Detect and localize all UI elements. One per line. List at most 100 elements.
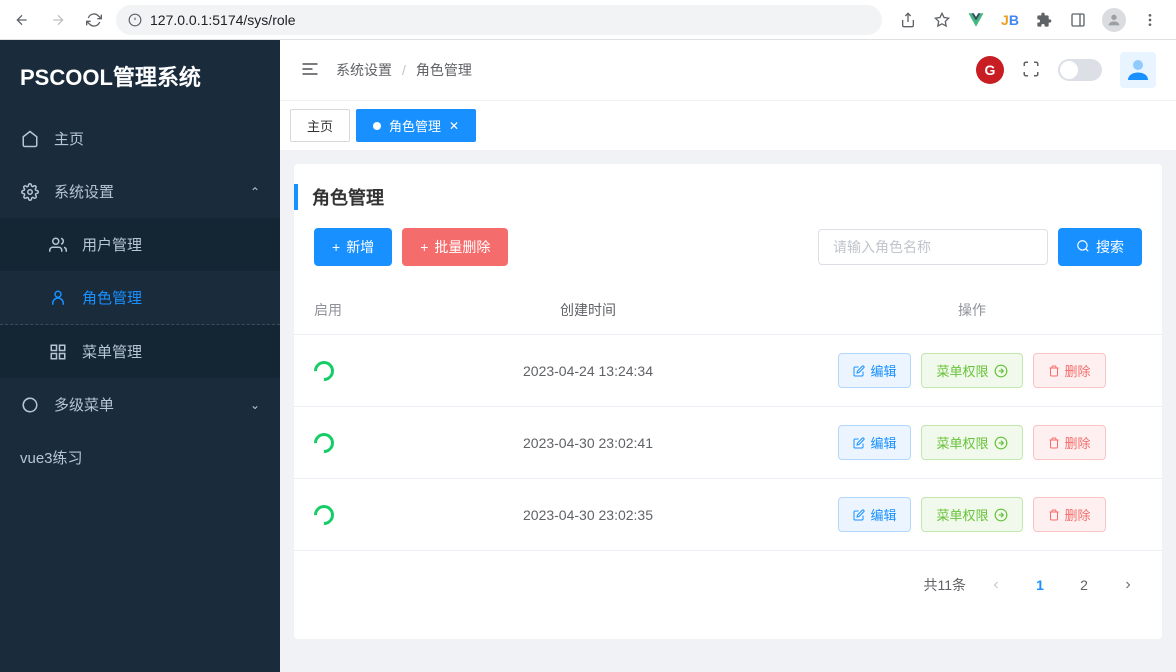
permission-button[interactable]: 菜单权限 bbox=[921, 425, 1022, 460]
browser-toolbar: 127.0.0.1:5174/sys/role JB bbox=[0, 0, 1176, 40]
data-table: 启用 创建时间 操作 2023-04-24 13:24:34 编辑 菜单权限 删… bbox=[294, 286, 1162, 551]
edit-button[interactable]: 编辑 bbox=[838, 497, 911, 532]
button-label: 编辑 bbox=[870, 361, 896, 380]
table-row: 2023-04-30 23:02:41 编辑 菜单权限 删除 bbox=[294, 407, 1162, 479]
prev-page-button[interactable] bbox=[982, 571, 1010, 599]
page-number[interactable]: 1 bbox=[1026, 571, 1054, 599]
theme-toggle[interactable] bbox=[1058, 59, 1102, 81]
batch-delete-button[interactable]: + 批量删除 bbox=[402, 228, 508, 266]
collapse-sidebar-button[interactable] bbox=[300, 59, 320, 82]
add-button[interactable]: + 新增 bbox=[314, 228, 392, 266]
search-button[interactable]: 搜索 bbox=[1058, 228, 1142, 266]
button-label: 删除 bbox=[1065, 505, 1091, 524]
plus-icon: + bbox=[420, 239, 428, 255]
tab-role[interactable]: 角色管理 ✕ bbox=[356, 109, 476, 142]
tab-label: 角色管理 bbox=[389, 116, 441, 135]
table-row: 2023-04-24 13:24:34 编辑 菜单权限 删除 bbox=[294, 335, 1162, 407]
search-icon bbox=[1076, 239, 1090, 256]
tab-home[interactable]: 主页 bbox=[290, 109, 350, 142]
pagination-total: 共11条 bbox=[923, 575, 966, 595]
button-label: 新增 bbox=[346, 237, 374, 257]
url-text: 127.0.0.1:5174/sys/role bbox=[150, 12, 296, 28]
browser-actions: JB bbox=[890, 8, 1168, 32]
role-icon bbox=[48, 288, 68, 308]
table-row: 2023-04-30 23:02:35 编辑 菜单权限 删除 bbox=[294, 479, 1162, 551]
page-number[interactable]: 2 bbox=[1070, 571, 1098, 599]
reload-button[interactable] bbox=[80, 6, 108, 34]
tab-dot-icon bbox=[373, 122, 381, 130]
sidebar-item-users[interactable]: 用户管理 bbox=[0, 218, 280, 271]
menu-icon[interactable] bbox=[1140, 10, 1160, 30]
next-page-button[interactable] bbox=[1114, 571, 1142, 599]
bookmark-icon[interactable] bbox=[932, 10, 952, 30]
gitee-icon[interactable]: G bbox=[976, 56, 1004, 84]
sidebar-item-label: 角色管理 bbox=[82, 287, 260, 308]
toolbar: + 新增 + 批量删除 搜索 bbox=[294, 228, 1162, 266]
column-header: 操作 bbox=[802, 300, 1142, 320]
chevron-down-icon: ⌄ bbox=[250, 398, 260, 412]
cell-time: 2023-04-24 13:24:34 bbox=[374, 363, 802, 379]
url-bar[interactable]: 127.0.0.1:5174/sys/role bbox=[116, 5, 882, 35]
button-label: 菜单权限 bbox=[936, 505, 988, 524]
breadcrumb-separator: / bbox=[402, 62, 406, 78]
sidebar-item-home[interactable]: 主页 bbox=[0, 112, 280, 165]
search-input[interactable] bbox=[818, 229, 1048, 265]
plus-icon: + bbox=[332, 239, 340, 255]
sidebar-item-system[interactable]: 系统设置 ⌃ bbox=[0, 165, 280, 218]
button-label: 菜单权限 bbox=[936, 433, 988, 452]
fullscreen-icon[interactable] bbox=[1022, 60, 1040, 81]
profile-avatar[interactable] bbox=[1102, 8, 1126, 32]
app-header: 系统设置 / 角色管理 G bbox=[280, 40, 1176, 100]
button-label: 编辑 bbox=[870, 433, 896, 452]
main-card: 角色管理 + 新增 + 批量删除 bbox=[294, 164, 1162, 639]
sidebar-item-label: 系统设置 bbox=[54, 181, 236, 202]
close-icon[interactable]: ✕ bbox=[449, 119, 459, 133]
sidebar-item-multilevel[interactable]: 多级菜单 ⌄ bbox=[0, 378, 280, 431]
app-logo: PSCOOL管理系统 bbox=[0, 40, 280, 112]
button-label: 编辑 bbox=[870, 505, 896, 524]
cell-time: 2023-04-30 23:02:41 bbox=[374, 435, 802, 451]
layers-icon bbox=[20, 395, 40, 415]
home-icon bbox=[20, 129, 40, 149]
delete-button[interactable]: 删除 bbox=[1033, 353, 1106, 388]
switch-icon[interactable] bbox=[310, 428, 338, 456]
edit-button[interactable]: 编辑 bbox=[838, 425, 911, 460]
button-label: 菜单权限 bbox=[936, 361, 988, 380]
delete-button[interactable]: 删除 bbox=[1033, 425, 1106, 460]
permission-button[interactable]: 菜单权限 bbox=[921, 353, 1022, 388]
column-header: 启用 bbox=[314, 300, 374, 320]
cell-time: 2023-04-30 23:02:35 bbox=[374, 507, 802, 523]
vue-devtools-icon[interactable] bbox=[966, 10, 986, 30]
sidebar-item-roles[interactable]: 角色管理 bbox=[0, 271, 280, 325]
jetbrains-icon[interactable]: JB bbox=[1000, 10, 1020, 30]
button-label: 搜索 bbox=[1096, 237, 1124, 257]
pagination: 共11条 1 2 bbox=[294, 551, 1162, 619]
sidebar-item-label: 菜单管理 bbox=[82, 341, 260, 362]
sidebar-item-label: 多级菜单 bbox=[54, 394, 236, 415]
permission-button[interactable]: 菜单权限 bbox=[921, 497, 1022, 532]
grid-icon bbox=[48, 342, 68, 362]
column-header: 创建时间 bbox=[374, 300, 802, 320]
forward-button[interactable] bbox=[44, 6, 72, 34]
back-button[interactable] bbox=[8, 6, 36, 34]
breadcrumb-item: 角色管理 bbox=[416, 60, 472, 80]
breadcrumb: 系统设置 / 角色管理 bbox=[336, 60, 960, 80]
tabs-bar: 主页 角色管理 ✕ bbox=[280, 100, 1176, 150]
extensions-icon[interactable] bbox=[1034, 10, 1054, 30]
breadcrumb-item[interactable]: 系统设置 bbox=[336, 60, 392, 80]
switch-icon[interactable] bbox=[310, 356, 338, 384]
panel-icon[interactable] bbox=[1068, 10, 1088, 30]
chevron-up-icon: ⌃ bbox=[250, 185, 260, 199]
share-icon[interactable] bbox=[898, 10, 918, 30]
button-label: 批量删除 bbox=[434, 237, 490, 257]
delete-button[interactable]: 删除 bbox=[1033, 497, 1106, 532]
sidebar: PSCOOL管理系统 主页 系统设置 ⌃ 用户管理 bbox=[0, 40, 280, 672]
switch-icon[interactable] bbox=[310, 500, 338, 528]
tab-label: 主页 bbox=[307, 116, 333, 135]
sidebar-item-practice[interactable]: vue3练习 bbox=[0, 431, 280, 484]
edit-button[interactable]: 编辑 bbox=[838, 353, 911, 388]
gear-icon bbox=[20, 182, 40, 202]
user-avatar[interactable] bbox=[1120, 52, 1156, 88]
sidebar-item-menus[interactable]: 菜单管理 bbox=[0, 325, 280, 378]
sidebar-item-label: 用户管理 bbox=[82, 234, 260, 255]
